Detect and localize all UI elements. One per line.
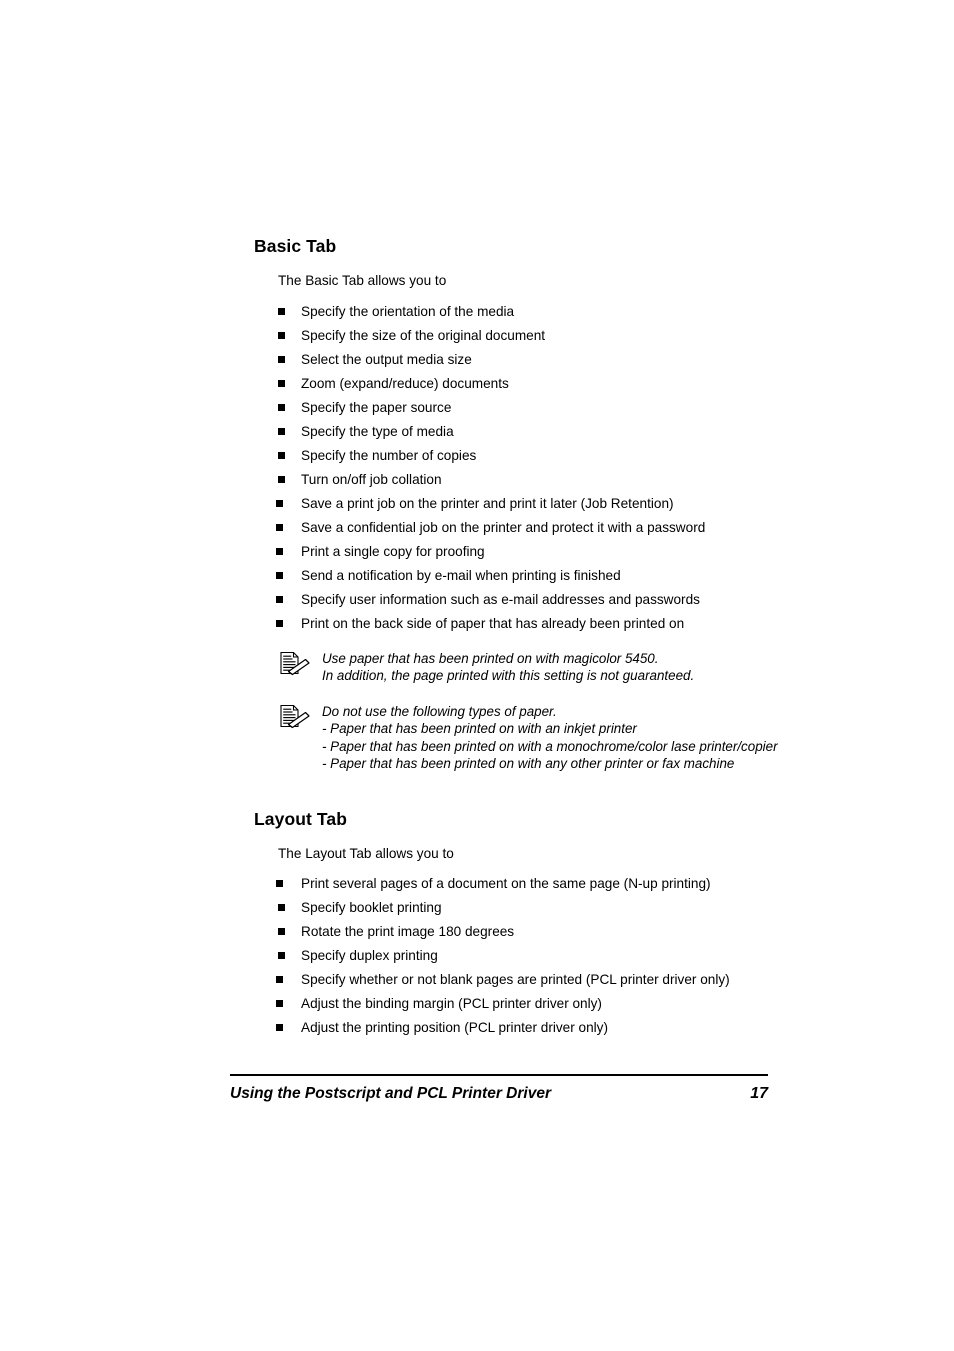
- note-line: In addition, the page printed with this …: [322, 668, 695, 684]
- list-item-label: Save a print job on the printer and prin…: [301, 495, 674, 511]
- footer-divider: [230, 1074, 768, 1076]
- square-bullet-icon: [278, 904, 285, 912]
- list-item-label: Turn on/off job collation: [301, 471, 442, 487]
- square-bullet-icon: [278, 928, 285, 936]
- list-item: Turn on/off job collation: [278, 471, 894, 488]
- list-item-label: Specify the orientation of the media: [301, 303, 515, 319]
- note-line: Use paper that has been printed on with …: [322, 650, 659, 666]
- square-bullet-icon: [276, 571, 283, 579]
- section-basic-tab: Basic Tab The Basic Tab allows you to Sp…: [254, 236, 894, 773]
- list-item: Save a confidential job on the printer a…: [276, 519, 894, 536]
- list-item: Specify the paper source: [278, 399, 894, 416]
- list-item: Zoom (expand/reduce) documents: [278, 375, 894, 392]
- square-bullet-icon: [276, 523, 283, 531]
- square-bullet-icon: [276, 1024, 283, 1032]
- note-line: Do not use the following types of paper.: [322, 703, 557, 719]
- note-text: Use paper that has been printed on with …: [322, 650, 894, 685]
- square-bullet-icon: [278, 952, 285, 960]
- list-item: Print several pages of a document on the…: [276, 875, 894, 892]
- page-footer: Using the Postscript and PCL Printer Dri…: [230, 1074, 768, 1103]
- intro-text-basic-tab: The Basic Tab allows you to: [278, 273, 447, 288]
- list-item-label: Specify booklet printing: [301, 900, 442, 916]
- page-title-basic-tab: Basic Tab: [254, 236, 337, 256]
- square-bullet-icon: [276, 976, 283, 984]
- list-item-label: Select the output media size: [301, 351, 472, 367]
- list-item: Adjust the binding margin (PCL printer d…: [276, 995, 894, 1012]
- list-item: Specify the type of media: [278, 423, 894, 440]
- list-item-label: Print a single copy for proofing: [301, 543, 485, 559]
- list-item-label: Adjust the printing position (PCL printe…: [301, 1020, 609, 1036]
- note-pencil-document-icon: [278, 651, 312, 677]
- list-item-label: Save a confidential job on the printer a…: [301, 519, 706, 535]
- list-item-label: Specify the type of media: [301, 423, 454, 439]
- note-line: - Paper that has been printed on with an…: [322, 756, 735, 772]
- square-bullet-icon: [278, 355, 285, 363]
- list-item: Print on the back side of paper that has…: [276, 615, 894, 632]
- square-bullet-icon: [276, 619, 283, 627]
- square-bullet-icon: [278, 427, 285, 435]
- list-item-label: Specify whether or not blank pages are p…: [301, 972, 730, 988]
- note-line: - Paper that has been printed on with a …: [322, 738, 778, 754]
- list-item-label: Print several pages of a document on the…: [301, 876, 711, 892]
- footer-title: Using the Postscript and PCL Printer Dri…: [230, 1084, 551, 1102]
- note-pencil-document-icon: [278, 704, 312, 730]
- footer-page-number: 17: [750, 1084, 768, 1102]
- list-item-label: Print on the back side of paper that has…: [301, 615, 685, 631]
- list-item-label: Specify the size of the original documen…: [301, 327, 546, 343]
- note-line: - Paper that has been printed on with an…: [322, 721, 637, 737]
- list-item: Specify booklet printing: [278, 899, 894, 916]
- list-item-label: Adjust the binding margin (PCL printer d…: [301, 996, 602, 1012]
- square-bullet-icon: [278, 331, 285, 339]
- page-content: Basic Tab The Basic Tab allows you to Sp…: [254, 236, 894, 1036]
- list-item: Save a print job on the printer and prin…: [276, 495, 894, 512]
- square-bullet-icon: [276, 880, 283, 888]
- document-page: Basic Tab The Basic Tab allows you to Sp…: [0, 0, 954, 1351]
- bullet-list-layout-tab: Print several pages of a document on the…: [254, 875, 894, 1036]
- list-item: Specify whether or not blank pages are p…: [276, 971, 894, 988]
- square-bullet-icon: [276, 1000, 283, 1008]
- list-item-label: Zoom (expand/reduce) documents: [301, 375, 509, 391]
- footer-row: Using the Postscript and PCL Printer Dri…: [230, 1085, 768, 1103]
- list-item: Rotate the print image 180 degrees: [278, 923, 894, 940]
- square-bullet-icon: [278, 403, 285, 411]
- intro-text-layout-tab: The Layout Tab allows you to: [278, 845, 454, 861]
- list-item-label: Rotate the print image 180 degrees: [301, 924, 515, 940]
- square-bullet-icon: [278, 307, 285, 315]
- list-item: Select the output media size: [278, 351, 894, 368]
- bullet-list-basic-tab: Specify the orientation of the media Spe…: [254, 303, 894, 632]
- square-bullet-icon: [276, 499, 283, 507]
- note-block: Use paper that has been printed on with …: [278, 650, 894, 685]
- note-text: Do not use the following types of paper.…: [322, 703, 894, 773]
- square-bullet-icon: [276, 547, 283, 555]
- list-item: Specify user information such as e-mail …: [276, 591, 894, 608]
- square-bullet-icon: [276, 595, 283, 603]
- square-bullet-icon: [278, 475, 285, 483]
- list-item: Specify the orientation of the media: [278, 303, 894, 320]
- list-item-label: Specify duplex printing: [301, 948, 438, 964]
- list-item: Specify the number of copies: [278, 447, 894, 464]
- list-item: Specify the size of the original documen…: [278, 327, 894, 344]
- list-item-label: Send a notification by e-mail when print…: [301, 567, 621, 583]
- list-item: Specify duplex printing: [278, 947, 894, 964]
- list-item: Adjust the printing position (PCL printe…: [276, 1019, 894, 1036]
- square-bullet-icon: [278, 379, 285, 387]
- note-block: Do not use the following types of paper.…: [278, 703, 894, 773]
- section-layout-tab: Layout Tab The Layout Tab allows you to …: [254, 809, 894, 1037]
- list-item: Send a notification by e-mail when print…: [276, 567, 894, 584]
- list-item: Print a single copy for proofing: [276, 543, 894, 560]
- page-title-layout-tab: Layout Tab: [254, 808, 348, 829]
- square-bullet-icon: [278, 451, 285, 459]
- list-item-label: Specify the paper source: [301, 399, 452, 415]
- list-item-label: Specify user information such as e-mail …: [301, 591, 700, 607]
- list-item-label: Specify the number of copies: [301, 447, 477, 463]
